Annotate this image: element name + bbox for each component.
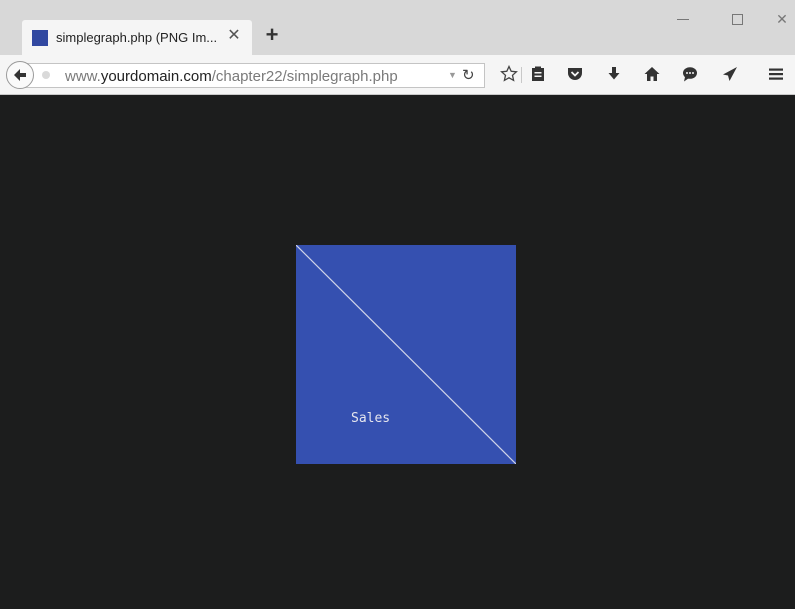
bookmark-star-icon[interactable] [497, 63, 521, 87]
browser-window: simplegraph.php (PNG Im... ✕ + ✕ www.you… [0, 0, 795, 609]
tab-simplegraph[interactable]: simplegraph.php (PNG Im... ✕ [22, 20, 252, 55]
back-button[interactable] [6, 61, 34, 89]
url-text[interactable]: www.yourdomain.com/chapter22/simplegraph… [65, 68, 398, 85]
url-bar[interactable]: www.yourdomain.com/chapter22/simplegraph… [20, 63, 485, 88]
diagonal-line [296, 245, 516, 464]
url-path: /chapter22/simplegraph.php [211, 68, 398, 85]
new-tab-button[interactable]: + [263, 24, 281, 46]
reading-list-icon[interactable] [526, 63, 550, 87]
minimize-button[interactable] [673, 10, 693, 28]
navigation-bar: www.yourdomain.com/chapter22/simplegraph… [0, 55, 795, 95]
send-icon[interactable] [718, 63, 742, 87]
png-favicon-icon [32, 29, 48, 46]
site-info-icon[interactable] [42, 71, 50, 79]
reload-icon[interactable]: ↻ [462, 66, 475, 84]
image-label-sales: Sales [351, 411, 391, 426]
download-icon[interactable] [602, 63, 626, 87]
back-arrow-icon [14, 69, 26, 81]
png-image: Sales [296, 245, 516, 464]
close-window-button[interactable]: ✕ [772, 10, 792, 28]
maximize-icon [732, 14, 743, 25]
url-prefix: www. [65, 68, 101, 85]
page-content: Sales [0, 95, 795, 609]
minimize-icon [677, 19, 689, 20]
pocket-icon[interactable] [563, 63, 587, 87]
menu-icon[interactable] [764, 63, 788, 87]
tab-strip: simplegraph.php (PNG Im... ✕ + ✕ [0, 0, 795, 55]
home-icon[interactable] [640, 63, 664, 87]
toolbar-separator [521, 67, 522, 83]
tab-title: simplegraph.php (PNG Im... [56, 30, 218, 45]
tab-close-icon[interactable]: ✕ [226, 28, 242, 44]
chat-icon[interactable] [678, 63, 702, 87]
url-dropmarker-icon[interactable]: ▼ [448, 70, 457, 80]
url-domain: yourdomain.com [100, 68, 212, 85]
maximize-button[interactable] [727, 10, 747, 28]
